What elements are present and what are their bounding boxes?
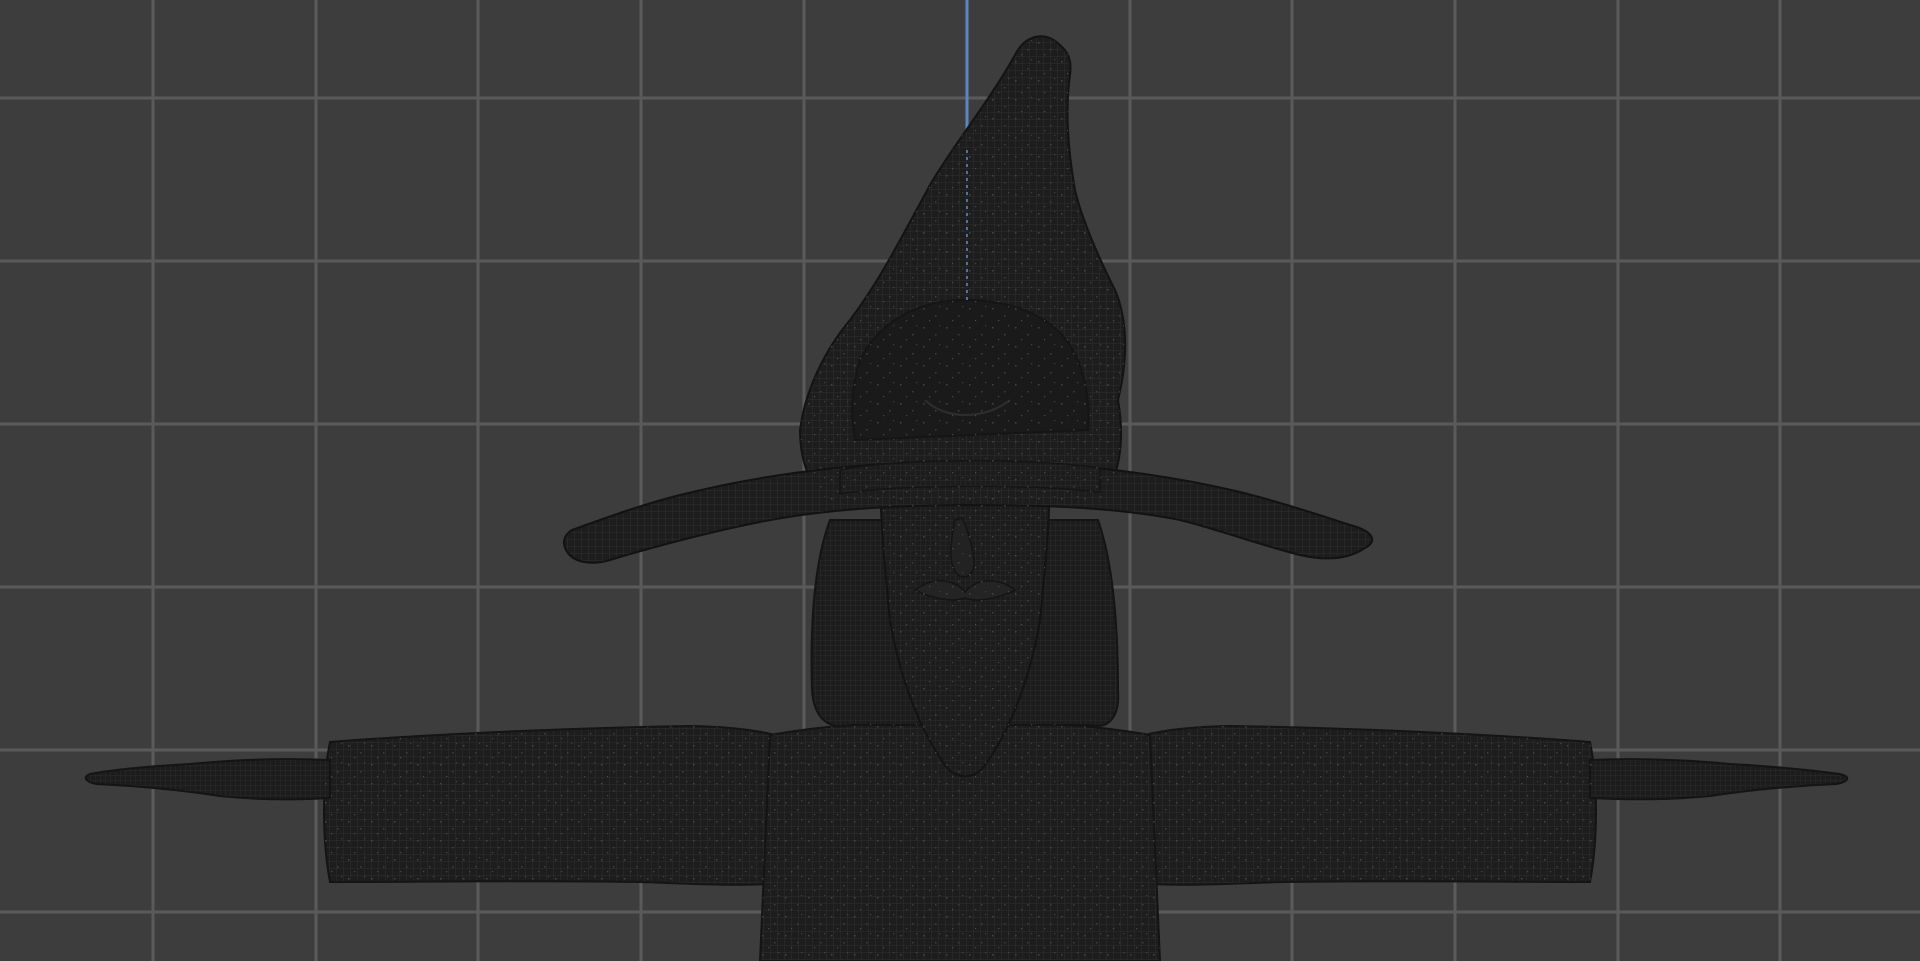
left-hand bbox=[84, 758, 331, 801]
mesh-vertices bbox=[324, 36, 1596, 961]
3d-viewport[interactable] bbox=[0, 0, 1920, 961]
wizard-mesh[interactable] bbox=[84, 35, 1849, 961]
viewport-canvas[interactable] bbox=[0, 0, 1920, 961]
right-hand bbox=[1589, 758, 1849, 801]
